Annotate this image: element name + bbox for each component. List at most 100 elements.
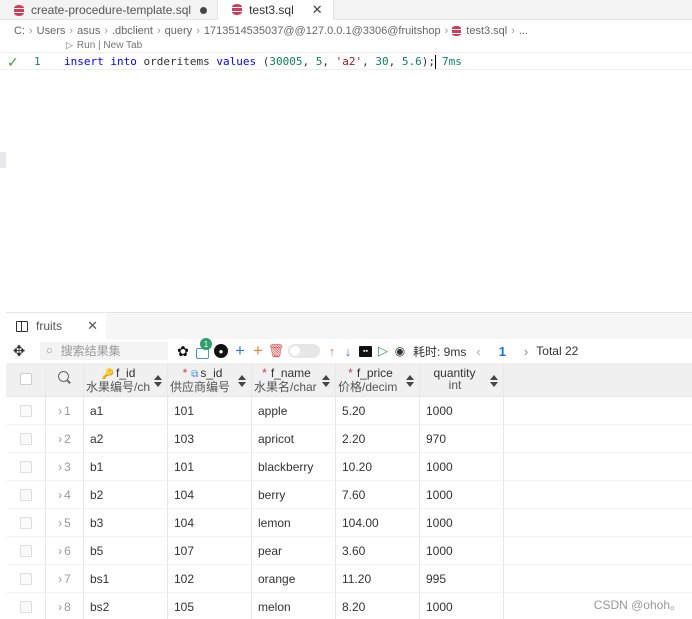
breadcrumb-item[interactable]: ...: [519, 25, 528, 37]
cell-quantity[interactable]: 995: [420, 565, 504, 592]
tab-fruits[interactable]: fruits ✕: [6, 313, 106, 339]
cell-f-price[interactable]: 104.00: [336, 509, 420, 536]
table-row[interactable]: › 4 b2 104 berry 7.60 1000: [6, 481, 692, 509]
cell-f-name[interactable]: melon: [252, 593, 336, 619]
cell-s-id[interactable]: 107: [168, 537, 252, 564]
sort-icon[interactable]: [406, 375, 414, 387]
breadcrumb-item[interactable]: 1713514535037@@127.0.0.1@3306@fruitshop: [204, 25, 441, 37]
export-badge-button[interactable]: 1: [194, 338, 212, 360]
insert-row-icon[interactable]: +: [252, 341, 264, 360]
table-row[interactable]: › 5 b3 104 lemon 104.00 1000: [6, 509, 692, 537]
codelens[interactable]: ▷ Run | New Tab: [66, 40, 142, 51]
breadcrumb-item[interactable]: Users: [37, 25, 66, 37]
editor-line[interactable]: ✓ 1 insert into orderitems values (30005…: [0, 52, 692, 70]
cell-f-id[interactable]: b1: [84, 453, 168, 480]
cell-quantity[interactable]: 1000: [420, 481, 504, 508]
select-all-checkbox[interactable]: [20, 373, 32, 385]
cell-f-price[interactable]: 7.60: [336, 481, 420, 508]
move-icon[interactable]: ✥: [12, 342, 26, 360]
table-row[interactable]: › 2 a2 103 apricot 2.20 970: [6, 425, 692, 453]
arrow-up-icon[interactable]: ↑: [326, 342, 338, 360]
cell-f-name[interactable]: apricot: [252, 425, 336, 452]
row-checkbox[interactable]: [20, 516, 32, 529]
cell-s-id[interactable]: 104: [168, 481, 252, 508]
sort-icon[interactable]: [490, 375, 498, 387]
cell-f-id[interactable]: bs2: [84, 593, 168, 619]
tab-test3-sql[interactable]: test3.sql ✕: [218, 0, 334, 20]
cell-f-price[interactable]: 10.20: [336, 453, 420, 480]
cell-s-id[interactable]: 105: [168, 593, 252, 619]
breadcrumb-item[interactable]: asus: [77, 25, 100, 37]
sort-icon[interactable]: [238, 375, 246, 387]
cell-f-name[interactable]: berry: [252, 481, 336, 508]
toggle-switch[interactable]: [288, 344, 320, 358]
cell-s-id[interactable]: 101: [168, 453, 252, 480]
breadcrumb-item[interactable]: .dbclient: [112, 25, 153, 37]
unsaved-dot-icon[interactable]: [200, 6, 208, 14]
run-icon[interactable]: ▷: [377, 342, 389, 360]
cell-s-id[interactable]: 104: [168, 509, 252, 536]
cell-quantity[interactable]: 1000: [420, 593, 504, 619]
sql-code[interactable]: insert into orderitems values (30005, 5,…: [64, 55, 462, 69]
cell-f-price[interactable]: 8.20: [336, 593, 420, 619]
table-row[interactable]: › 1 a1 101 apple 5.20 1000: [6, 397, 692, 425]
search-box[interactable]: ○: [40, 342, 168, 360]
chevron-left-icon[interactable]: ‹: [476, 344, 480, 359]
close-icon[interactable]: ✕: [312, 2, 323, 18]
cell-quantity[interactable]: 1000: [420, 397, 504, 424]
row-checkbox[interactable]: [20, 404, 32, 417]
breadcrumb-item[interactable]: test3.sql: [466, 25, 507, 37]
column-header-quantity[interactable]: quantity int: [420, 363, 504, 396]
cell-f-name[interactable]: orange: [252, 565, 336, 592]
cell-s-id[interactable]: 102: [168, 565, 252, 592]
cell-f-id[interactable]: a2: [84, 425, 168, 452]
cell-f-name[interactable]: pear: [252, 537, 336, 564]
row-checkbox[interactable]: [20, 572, 32, 585]
cell-f-price[interactable]: 2.20: [336, 425, 420, 452]
table-row[interactable]: › 7 bs1 102 orange 11.20 995: [6, 565, 692, 593]
cell-s-id[interactable]: 101: [168, 397, 252, 424]
column-header-s-id[interactable]: * ⧉ s_id 供应商编号: [168, 363, 252, 396]
cell-quantity[interactable]: 1000: [420, 537, 504, 564]
cell-f-price[interactable]: 11.20: [336, 565, 420, 592]
sort-icon[interactable]: [322, 375, 330, 387]
cell-f-name[interactable]: apple: [252, 397, 336, 424]
column-header-f-price[interactable]: * f_price 价格/decim: [336, 363, 420, 396]
cell-quantity[interactable]: 970: [420, 425, 504, 452]
row-checkbox[interactable]: [20, 600, 32, 613]
cell-f-name[interactable]: lemon: [252, 509, 336, 536]
table-row[interactable]: › 6 b5 107 pear 3.60 1000: [6, 537, 692, 565]
table-row[interactable]: › 3 b1 101 blackberry 10.20 1000: [6, 453, 692, 481]
search-input[interactable]: [60, 344, 151, 358]
page-number[interactable]: 1: [499, 344, 506, 359]
cell-f-id[interactable]: b5: [84, 537, 168, 564]
sort-icon[interactable]: [154, 375, 162, 387]
table-row[interactable]: › 8 bs2 105 melon 8.20 1000: [6, 593, 692, 619]
breadcrumb-item[interactable]: C:: [14, 25, 25, 37]
cell-f-name[interactable]: blackberry: [252, 453, 336, 480]
cell-f-price[interactable]: 5.20: [336, 397, 420, 424]
close-icon[interactable]: ✕: [87, 318, 98, 334]
cell-s-id[interactable]: 103: [168, 425, 252, 452]
add-row-icon[interactable]: +: [234, 341, 246, 360]
row-checkbox[interactable]: [20, 432, 32, 445]
gear-icon[interactable]: ✿: [176, 342, 190, 360]
cell-quantity[interactable]: 1000: [420, 509, 504, 536]
cell-quantity[interactable]: 1000: [420, 453, 504, 480]
eye-icon[interactable]: ◉: [393, 342, 407, 360]
row-checkbox[interactable]: [20, 460, 32, 473]
chat-icon[interactable]: ▪▪: [359, 345, 372, 357]
arrow-down-icon[interactable]: ↓: [342, 342, 354, 360]
cell-f-price[interactable]: 3.60: [336, 537, 420, 564]
trash-icon[interactable]: 🗑: [268, 342, 285, 360]
cell-f-id[interactable]: b2: [84, 481, 168, 508]
tab-create-procedure-template[interactable]: create-procedure-template.sql: [0, 0, 219, 20]
breadcrumb-item[interactable]: query: [165, 25, 193, 37]
row-checkbox[interactable]: [20, 544, 32, 557]
search-icon[interactable]: [58, 371, 69, 382]
cell-f-id[interactable]: b3: [84, 509, 168, 536]
cell-f-id[interactable]: bs1: [84, 565, 168, 592]
column-header-f-id[interactable]: 🔑 f_id 水果编号/ch: [84, 363, 168, 396]
row-checkbox[interactable]: [20, 488, 32, 501]
github-icon[interactable]: ●: [214, 344, 228, 358]
